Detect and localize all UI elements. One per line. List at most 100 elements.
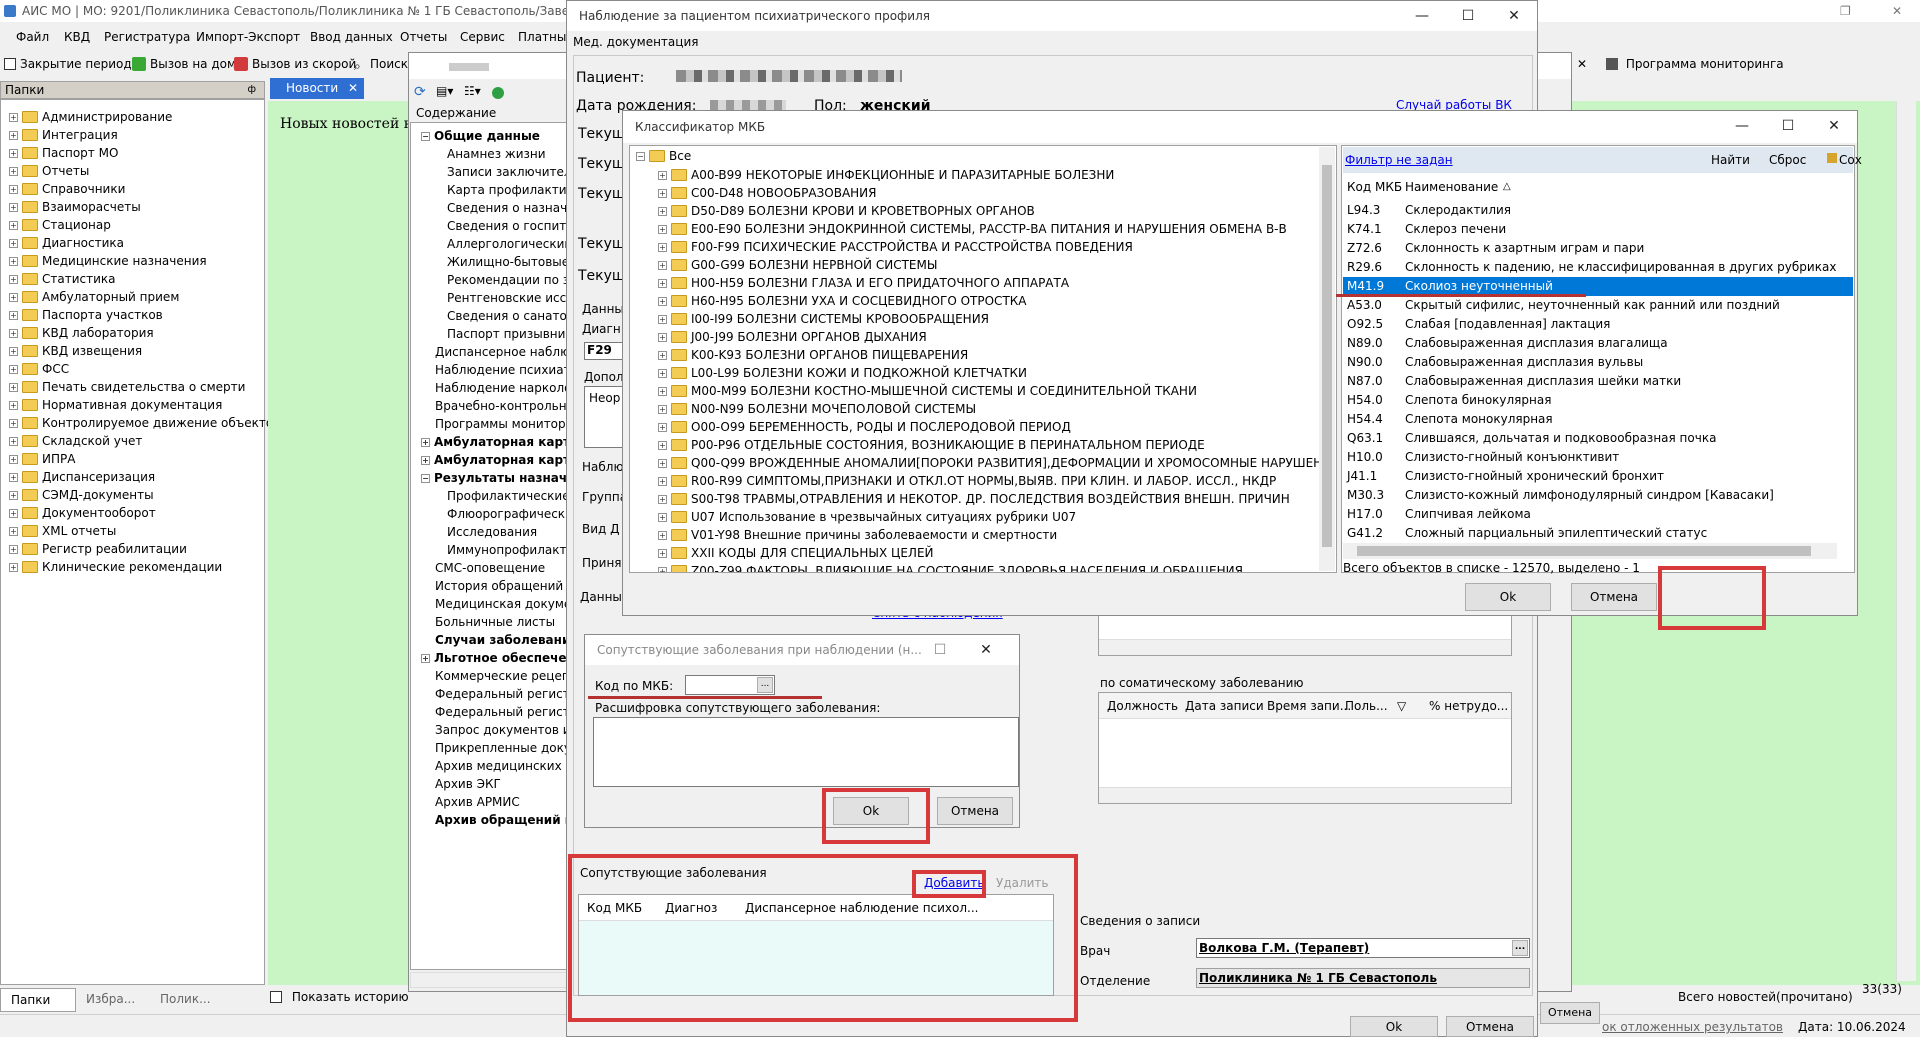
mkb-list-row[interactable]: H54.0 Слепота бинокулярная [1343,391,1853,410]
menu-import-export[interactable]: Импорт-Экспорт [196,26,300,48]
col-code[interactable]: Код МКБ [1347,175,1402,199]
expand-icon[interactable]: + [658,224,667,234]
contents-item[interactable]: Флюорографическ [421,505,567,523]
mkb-tree-item[interactable]: + S00-T98 ТРАВМЫ,ОТРАВЛЕНИЯ И НЕКОТОР. ДР… [636,490,1336,508]
contents-item[interactable]: Аллергологический [421,235,567,253]
folder-item[interactable]: + Отчеты [9,162,264,180]
folder-item[interactable]: + Администрирование [9,108,264,126]
expand-icon[interactable]: + [658,350,667,360]
decode-textarea[interactable] [593,717,1019,787]
folder-item[interactable]: + Складской учет [9,432,264,450]
concomitant-ok-button[interactable]: Ok [833,797,909,825]
contents-item[interactable]: + Амбулаторная карта р [421,433,567,451]
mkb-save-icon[interactable] [1827,153,1837,163]
mkb-list-row[interactable]: M30.3 Слизисто-кожный лимфонодулярный син… [1343,486,1853,505]
deferred-results-link[interactable]: ок отложенных результатов [1602,1020,1783,1034]
news-scrollbar[interactable] [1896,101,1916,981]
news-tab[interactable]: Новости ✕ [270,78,364,99]
folder-item[interactable]: + Диспансеризация [9,468,264,486]
expand-icon[interactable]: + [658,548,667,558]
expand-icon[interactable]: + [9,508,18,518]
mkb-tree-item[interactable]: + R00-R99 СИМПТОМЫ,ПРИЗНАКИ И ОТКЛ.ОТ НОР… [636,472,1336,490]
mkb-tree-item[interactable]: + E00-E90 БОЛЕЗНИ ЭНДОКРИННОЙ СИСТЕМЫ, РА… [636,220,1336,238]
tab-clinic[interactable]: Полик... [160,988,211,1010]
folder-item[interactable]: + СЭМД-документы [9,486,264,504]
expand-icon[interactable]: + [658,566,667,572]
mkb-list-row[interactable]: N87.0 Слабовыраженная дисплазия шейки мат… [1343,372,1853,391]
expand-icon[interactable]: + [9,238,18,248]
expand-icon[interactable]: + [9,202,18,212]
news-tab-close-icon[interactable]: ✕ [348,78,358,99]
contents-item[interactable]: Профилактические [421,487,567,505]
contents-item[interactable]: Исследования [421,523,567,541]
contents-item[interactable]: Рекомендации по за [421,271,567,289]
contents-item[interactable]: Запрос документов из [421,721,567,739]
contents-item[interactable]: Паспорт призывник [421,325,567,343]
expand-icon[interactable]: + [658,512,667,522]
expand-icon[interactable]: + [9,472,18,482]
expand-icon[interactable]: + [658,530,667,540]
mkb-list-row[interactable]: H10.0 Слизисто-гнойный конъюнктивит [1343,448,1853,467]
upper-grid-hscroll[interactable] [1099,639,1511,655]
mkb-tree-item[interactable]: + V01-Y98 Внешние причины заболеваемости … [636,526,1336,544]
observation-close-icon[interactable]: ✕ [1491,1,1537,31]
mkb-list-row[interactable]: Z72.6 Склонность к азартным играм и пари [1343,239,1853,258]
expand-icon[interactable]: + [658,278,667,288]
mkb-tree-item[interactable]: + J00-J99 БОЛЕЗНИ ОРГАНОВ ДЫХАНИЯ [636,328,1336,346]
folder-item[interactable]: + ФСС [9,360,264,378]
expand-icon[interactable]: + [658,260,667,270]
mkb-list-row[interactable]: R29.6 Склонность к падению, не классифици… [1343,258,1853,277]
expand-icon[interactable]: + [421,455,430,465]
tab-folders[interactable]: Папки [0,988,76,1012]
expand-icon[interactable]: + [9,526,18,536]
mkb-tree-scroll-thumb[interactable] [1322,165,1332,547]
contents-item[interactable]: Архив медицинских из [421,757,567,775]
monitoring-button[interactable]: Программа мониторинга [1606,54,1784,74]
mkb-list-row[interactable]: N90.0 Слабовыраженная дисплазия вульвы [1343,353,1853,372]
expand-icon[interactable]: + [658,404,667,414]
checkbox-box[interactable] [270,991,282,1003]
mkb-tree-item[interactable]: + K00-K93 БОЛЕЗНИ ОРГАНОВ ПИЩЕВАРЕНИЯ [636,346,1336,364]
expand-icon[interactable]: + [9,436,18,446]
expand-icon[interactable]: + [658,314,667,324]
expand-icon[interactable]: + [9,256,18,266]
mkb-tree-item[interactable]: + XXII КОДЫ ДЛЯ СПЕЦИАЛЬНЫХ ЦЕЛЕЙ [636,544,1336,562]
folder-item[interactable]: + Интеграция [9,126,264,144]
contents-item[interactable]: Врачебно-контрольна [421,397,567,415]
contents-scrollbar[interactable] [410,972,568,988]
contents-item[interactable]: + Амбулаторная карта в [421,451,567,469]
col-disability[interactable]: % нетрудо... [1429,693,1508,719]
expand-icon[interactable]: + [421,437,430,447]
contents-item[interactable]: Архив обращений паці [421,811,567,829]
contents-item[interactable]: −Результаты назначен [421,469,567,487]
menu-file[interactable]: Файл [16,26,49,48]
expand-icon[interactable]: + [421,653,430,663]
col-dispensary[interactable]: Диспансерное наблюдение психол... [745,895,979,921]
folder-item[interactable]: + XML отчеты [9,522,264,540]
contents-item[interactable]: Сведения о санатор [421,307,567,325]
settings-icon[interactable]: ☷▾ [464,84,481,98]
expand-icon[interactable]: + [9,544,18,554]
add-concomitant-link[interactable]: Добавить [924,876,984,890]
folder-item[interactable]: + Паспорта участков [9,306,264,324]
mkb-tree-item[interactable]: + H00-H59 БОЛЕЗНИ ГЛАЗА И ЕГО ПРИДАТОЧНОГ… [636,274,1336,292]
folder-item[interactable]: + Взаиморасчеты [9,198,264,216]
contents-item[interactable]: Карта профилактич [421,181,567,199]
expand-icon[interactable]: + [9,400,18,410]
mkb-tree-root[interactable]: − Все [636,146,1336,166]
contents-item[interactable]: Случаи заболеваний [421,631,567,649]
expand-icon[interactable]: + [9,454,18,464]
col-record-time[interactable]: Время запи... [1267,693,1351,719]
folder-item[interactable]: + Документооборот [9,504,264,522]
contents-item[interactable]: СМС-оповещение [421,559,567,577]
folder-item[interactable]: + Паспорт МО [9,144,264,162]
expand-icon[interactable]: + [9,292,18,302]
medcard-close-icon[interactable]: ✕ [1577,57,1587,71]
mkb-tree-item[interactable]: + Q00-Q99 ВРОЖДЕННЫЕ АНОМАЛИИ[ПОРОКИ РАЗВ… [636,454,1336,472]
col-diagnosis[interactable]: Диагноз [665,895,717,921]
folder-item[interactable]: + Регистр реабилитации [9,540,264,558]
menu-kvd[interactable]: КВД [64,26,90,48]
folder-item[interactable]: + Клинические рекомендации [9,558,264,576]
mkb-cancel-button[interactable]: Отмена [1571,583,1657,611]
filter-icon[interactable]: ▽ [1397,693,1406,719]
